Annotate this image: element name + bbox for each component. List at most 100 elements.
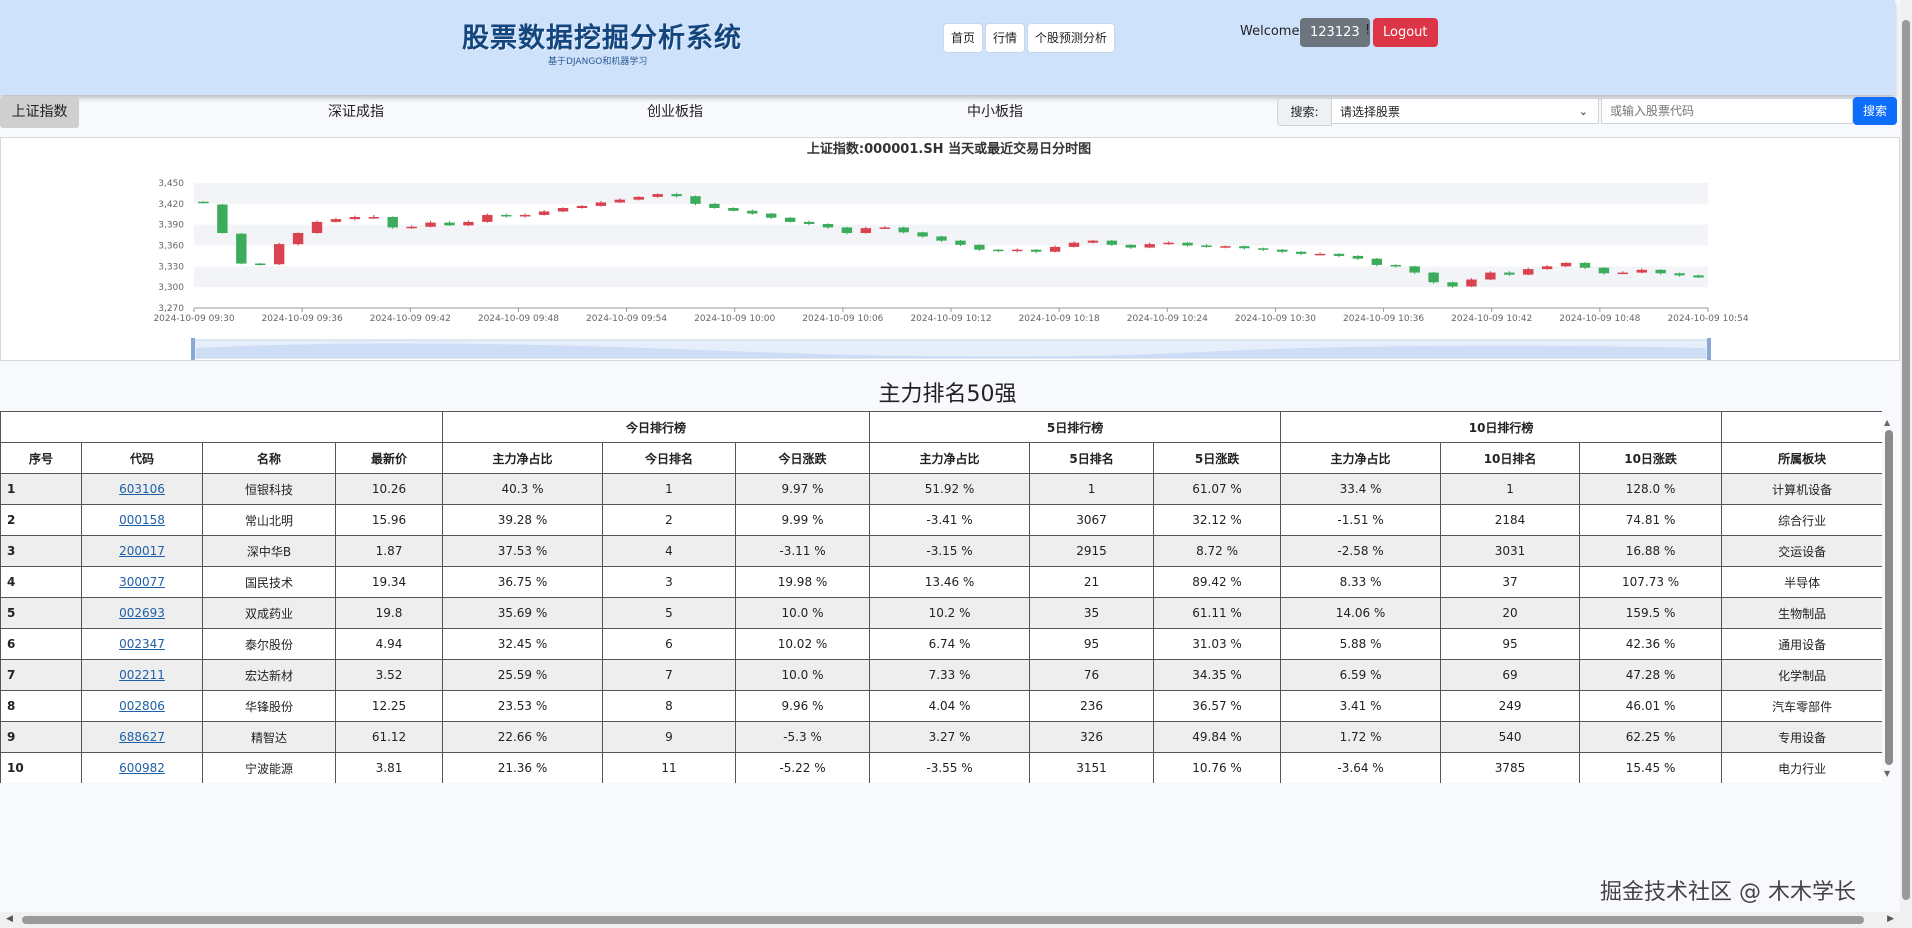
- table-cell: 23.53 %: [442, 690, 603, 722]
- table-cell: 37.53 %: [442, 535, 603, 567]
- table-cell: 9.99 %: [734, 504, 871, 536]
- table-cell: 恒银科技: [202, 473, 336, 505]
- table-cell: 2184: [1440, 504, 1581, 536]
- page-horizontal-scroll-thumb[interactable]: [22, 916, 1864, 924]
- stock-code-link[interactable]: 002806: [119, 699, 165, 713]
- tab-chinext-index[interactable]: 创业板指: [647, 97, 703, 128]
- table-cell: 39.28 %: [442, 504, 603, 536]
- candle-body: [747, 210, 758, 214]
- table-cell: 42.36 %: [1579, 628, 1723, 660]
- table-cell: 35: [1029, 597, 1155, 629]
- table-row: 7 002211 宏达新材 3.52 25.59 % 7 10.0 % 7.33 % 76 34.…: [0, 659, 1882, 691]
- logout-button[interactable]: Logout: [1373, 18, 1438, 47]
- candle-body: [1352, 255, 1364, 259]
- stock-code-link[interactable]: 002211: [119, 668, 165, 682]
- nav-market-button[interactable]: 行情: [985, 23, 1026, 53]
- stock-code-link[interactable]: 300077: [119, 575, 165, 589]
- table-cell: 1: [1029, 473, 1155, 505]
- table-cell: 10.2 %: [869, 597, 1031, 629]
- table-cell: 36.75 %: [442, 566, 603, 598]
- group-header-blank: [0, 411, 443, 443]
- table-cell: -3.41 %: [869, 504, 1031, 536]
- nav-prediction-button[interactable]: 个股预测分析: [1027, 23, 1116, 53]
- table-cell: 36.57 %: [1153, 690, 1282, 722]
- candle-body: [330, 219, 342, 222]
- stock-select[interactable]: 请选择股票 ⌄: [1331, 98, 1599, 124]
- table-cell: 汽车零部件: [1721, 690, 1882, 722]
- zoom-handle-left[interactable]: [191, 338, 195, 360]
- candle-body: [255, 263, 266, 266]
- candle-body: [1466, 279, 1477, 287]
- candle-body: [766, 213, 777, 218]
- table-cell: 3067: [1029, 504, 1155, 536]
- candle-body: [1655, 269, 1666, 274]
- candle-body: [784, 217, 796, 222]
- scroll-right-icon[interactable]: ▶: [1887, 914, 1894, 924]
- x-tick-label: 2024-10-09 10:24: [1127, 314, 1208, 324]
- stock-code-link[interactable]: 000158: [119, 513, 165, 527]
- table-cell: 双成药业: [202, 597, 336, 629]
- scroll-down-icon[interactable]: ▼: [1884, 769, 1890, 778]
- search-button[interactable]: 搜索: [1853, 97, 1897, 125]
- stock-code-link[interactable]: 002693: [119, 606, 165, 620]
- table-cell: 宁波能源: [202, 752, 336, 783]
- table-cell: 10.0 %: [734, 597, 871, 629]
- table-cell: 综合行业: [1721, 504, 1882, 536]
- tab-shanghai-index[interactable]: 上证指数: [0, 97, 79, 128]
- stock-code-link[interactable]: 603106: [119, 482, 165, 496]
- page-horizontal-scrollbar[interactable]: ◀ ▶: [0, 912, 1900, 928]
- stock-code-link[interactable]: 200017: [119, 544, 165, 558]
- candle-body: [501, 214, 512, 217]
- page-vertical-scroll-thumb[interactable]: [1902, 20, 1910, 900]
- candle-body: [217, 204, 228, 233]
- scroll-up-icon[interactable]: ▲: [1884, 418, 1890, 427]
- group-header-today: 今日排行榜: [441, 411, 871, 443]
- candle-body: [879, 227, 890, 229]
- candle-body: [311, 221, 323, 233]
- table-scroll-thumb[interactable]: [1885, 430, 1893, 765]
- candle-body: [1485, 272, 1496, 280]
- table-cell: 5: [602, 597, 736, 629]
- candle-body: [576, 205, 588, 208]
- column-header: 主力净占比: [442, 442, 603, 474]
- x-tick-label: 2024-10-09 10:06: [802, 314, 883, 324]
- zoom-handle-right[interactable]: [1707, 338, 1711, 360]
- tab-shenzhen-index[interactable]: 深证成指: [328, 97, 384, 128]
- scroll-left-icon[interactable]: ◀: [6, 914, 13, 924]
- table-cell: 002806: [81, 690, 203, 722]
- candlestick-chart[interactable]: 上证指数:000001.SH 当天或最近交易日分时图 3,450 3,420 3,39…: [1, 138, 1899, 360]
- table-cell: 深中华B: [202, 535, 336, 567]
- table-cell: 常山北明: [202, 504, 336, 536]
- table-cell: 7.33 %: [869, 659, 1031, 691]
- grid-band: [194, 266, 1708, 288]
- x-tick-label: 2024-10-09 10:18: [1019, 314, 1100, 324]
- stock-code-input[interactable]: [1601, 98, 1853, 124]
- candle-body: [1333, 253, 1345, 256]
- stock-code-link[interactable]: 600982: [119, 761, 165, 775]
- column-header: 名称: [202, 442, 336, 474]
- stock-code-link[interactable]: 002347: [119, 637, 165, 651]
- y-tick-label: 3,330: [158, 262, 184, 272]
- table-cell: 40.3 %: [442, 473, 603, 505]
- table-cell: 专用设备: [1721, 721, 1882, 753]
- table-row: 5 002693 双成药业 19.8 35.69 % 5 10.0 % 10.2 % 35 61.…: [0, 597, 1882, 629]
- footer-watermark: 掘金技术社区 @ 木木学长: [1600, 880, 1856, 905]
- table-cell: 泰尔股份: [202, 628, 336, 660]
- page-vertical-scrollbar[interactable]: [1900, 0, 1912, 928]
- nav-home-button[interactable]: 首页: [943, 23, 984, 53]
- group-header-blank-end: [1721, 411, 1882, 443]
- ranking-table-container[interactable]: 今日排行榜 5日排行榜 10日排行榜 序号 代码 名称 最新价 主力净占比 今日排名 今日涨…: [0, 411, 1882, 783]
- candle-body: [519, 214, 531, 217]
- table-cell: 95: [1440, 628, 1581, 660]
- group-header-row: 今日排行榜 5日排行榜 10日排行榜: [0, 411, 1882, 443]
- table-cell: 15.45 %: [1579, 752, 1723, 783]
- tab-sme-index[interactable]: 中小板指: [967, 97, 1023, 128]
- table-cell: 249: [1440, 690, 1581, 722]
- stock-code-link[interactable]: 688627: [119, 730, 165, 744]
- table-cell: 236: [1029, 690, 1155, 722]
- table-cell: -5.22 %: [734, 752, 871, 783]
- x-tick-label: 2024-10-09 10:42: [1451, 314, 1532, 324]
- candle-body: [1182, 242, 1193, 246]
- table-cell: 19.8: [335, 597, 443, 629]
- table-vertical-scrollbar[interactable]: ▲ ▼: [1884, 418, 1894, 778]
